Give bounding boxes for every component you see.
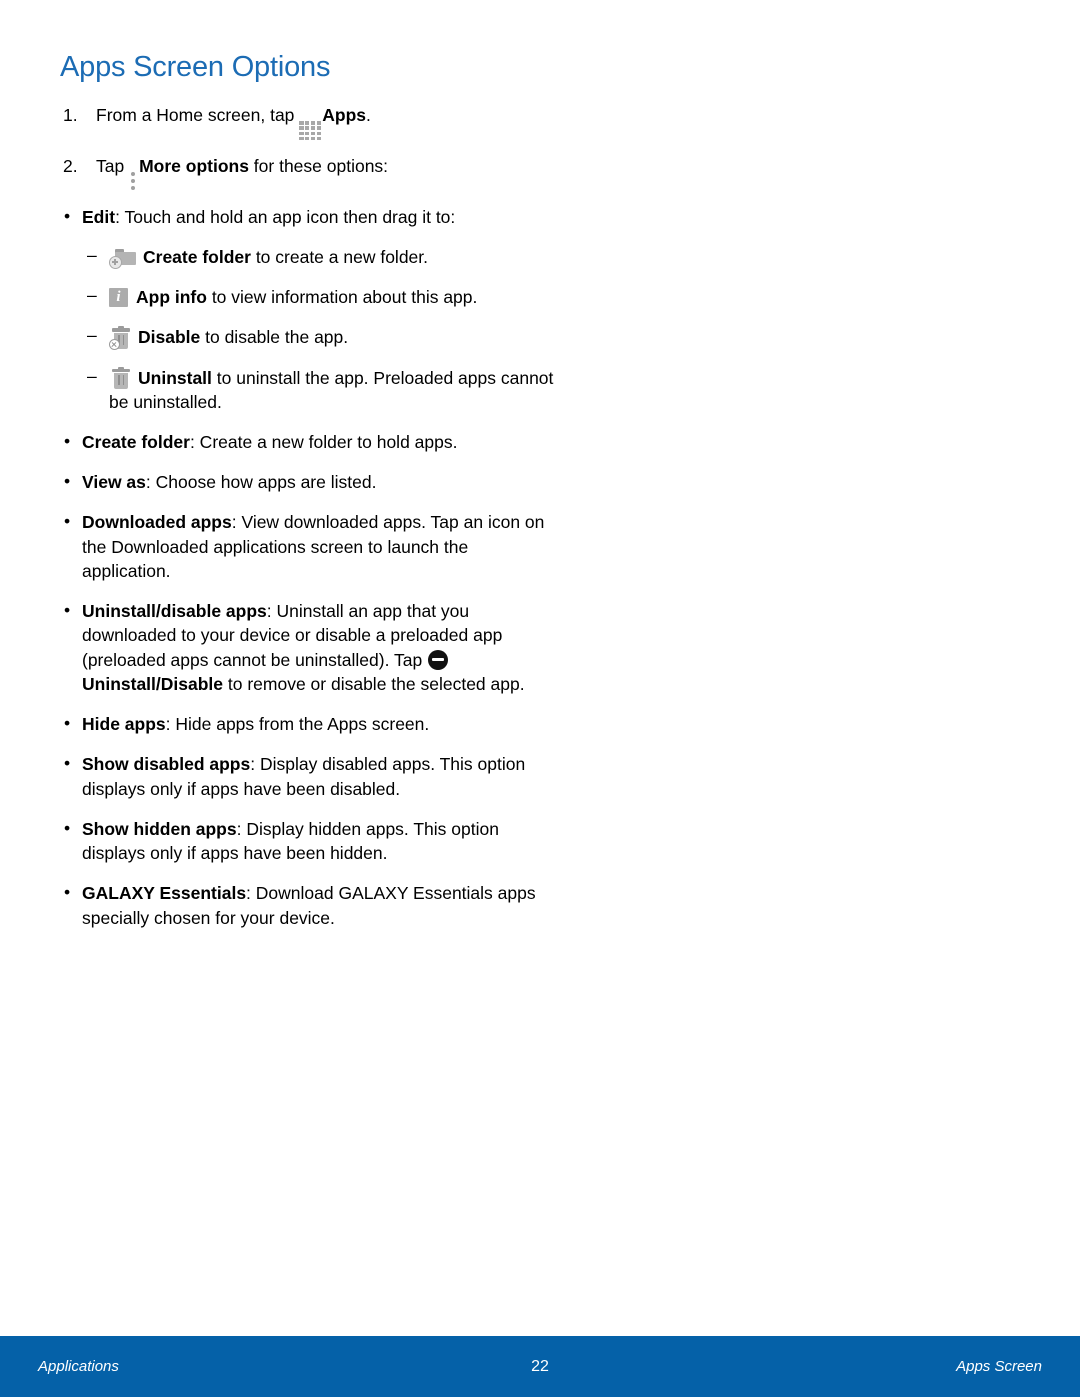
options-bullet-list: • Edit: Touch and hold an app icon then …	[60, 205, 1020, 930]
bullet-description-secondary: to remove or disable the selected app.	[223, 673, 525, 694]
bullet-item-show-hidden-apps: • Show hidden apps: Display hidden apps.…	[60, 817, 560, 865]
step-number: 1.	[63, 104, 78, 125]
bullet-marker: •	[64, 713, 71, 734]
bullet-text: Downloaded apps: View downloaded apps. T…	[82, 510, 560, 583]
subbullet-item-create-folder: – Create folder to create a new folder.	[60, 245, 560, 269]
bullet-marker: •	[64, 205, 71, 226]
subbullet-marker: –	[87, 365, 97, 386]
bullet-description: : Hide apps from the Apps screen.	[165, 714, 430, 735]
step-text-post: for these options:	[248, 156, 389, 177]
page-footer: Applications 22 Apps Screen	[0, 1336, 1080, 1397]
uninstall-trash-icon	[109, 366, 133, 390]
footer-topic-label: Apps Screen	[956, 1358, 1042, 1375]
step-text-bold: Apps	[322, 104, 367, 125]
bullet-label: Downloaded apps	[82, 512, 232, 533]
subbullet-text: Create folder to create a new folder.	[109, 245, 428, 269]
create-folder-icon	[109, 248, 137, 269]
footer-page-number: 22	[531, 1357, 549, 1375]
subbullet-label: App info	[136, 287, 207, 308]
bullet-marker: •	[64, 471, 71, 492]
step-text: Tap More options for these options:	[96, 154, 566, 191]
subbullet-label: Uninstall	[138, 367, 212, 388]
numbered-steps-list: 1. From a Home screen, tap Apps. 2. Tap …	[60, 103, 1020, 191]
subbullet-text: Uninstall to uninstall the app. Preloade…	[109, 366, 560, 414]
more-options-icon	[129, 171, 137, 191]
subbullet-marker: –	[87, 325, 97, 346]
bullet-item-galaxy-essentials: • GALAXY Essentials: Download GALAXY Ess…	[60, 881, 560, 929]
bullet-description: : Create a new folder to hold apps.	[189, 432, 458, 452]
minus-circle-icon	[428, 649, 449, 670]
bullet-description: : Choose how apps are listed.	[145, 472, 377, 493]
subbullet-item-disable: – Disable to disable the app.	[60, 325, 560, 351]
bullet-text: Edit: Touch and hold an app icon then dr…	[82, 205, 560, 229]
bullet-label: Hide apps	[82, 714, 166, 735]
app-info-icon	[109, 287, 128, 308]
bullet-item-show-disabled-apps: • Show disabled apps: Display disabled a…	[60, 752, 560, 800]
bullet-marker: •	[64, 882, 71, 903]
bullet-label: Uninstall/disable apps	[82, 601, 267, 622]
bullet-marker: •	[64, 753, 71, 774]
subbullet-item-uninstall: – Uninstall to uninstall the app. Preloa…	[60, 366, 560, 414]
bullet-marker: •	[64, 600, 71, 621]
bullet-marker: •	[64, 431, 71, 451]
subbullet-description: to create a new folder.	[250, 246, 429, 267]
page-content: Apps Screen Options 1. From a Home scree…	[0, 0, 1080, 946]
bullet-label: View as	[82, 472, 146, 493]
step-text-bold: More options	[139, 156, 249, 177]
subbullet-label: Create folder	[143, 246, 251, 267]
step-number: 2.	[63, 156, 78, 177]
page-title: Apps Screen Options	[60, 51, 331, 83]
bullet-label: Show disabled apps	[82, 754, 251, 775]
subbullet-marker: –	[87, 244, 97, 265]
edit-subbullet-list: – Create folder to create a new folder. …	[60, 245, 1020, 414]
bullet-text: Hide apps: Hide apps from the Apps scree…	[82, 712, 560, 736]
bullet-marker: •	[64, 817, 71, 838]
step-item: 1. From a Home screen, tap Apps.	[60, 103, 1020, 141]
bullet-text: Uninstall/disable apps: Uninstall an app…	[82, 599, 560, 696]
subbullet-text: Disable to disable the app.	[109, 325, 349, 351]
step-text-pre: Tap	[96, 156, 130, 177]
bullet-text: Create folder: Create a new folder to ho…	[82, 430, 560, 454]
bullet-label: Edit	[82, 206, 116, 227]
document-page: Apps Screen Options 1. From a Home scree…	[0, 0, 1080, 1397]
bullet-item-view-as: • View as: Choose how apps are listed.	[60, 470, 560, 494]
subbullet-marker: –	[87, 285, 97, 306]
bullet-item-edit: • Edit: Touch and hold an app icon then …	[60, 205, 560, 229]
subbullet-item-app-info: – App info to view information about thi…	[60, 285, 560, 309]
bullet-label: Show hidden apps	[82, 818, 237, 839]
bullet-label: GALAXY Essentials	[82, 883, 247, 904]
step-item: 2. Tap More options for these options:	[60, 154, 1020, 191]
bullet-item-hide-apps: • Hide apps: Hide apps from the Apps scr…	[60, 712, 560, 736]
bullet-item-create-folder: • Create folder: Create a new folder to …	[60, 430, 560, 454]
subbullet-text: App info to view information about this …	[109, 285, 477, 309]
step-text: From a Home screen, tap Apps.	[96, 103, 566, 141]
subbullet-label: Disable	[138, 327, 201, 348]
step-text-post: .	[366, 104, 371, 125]
apps-grid-icon	[299, 121, 322, 141]
disable-trash-icon	[109, 326, 133, 351]
bullet-label-secondary: Uninstall/Disable	[82, 673, 224, 694]
step-text-pre: From a Home screen, tap	[96, 104, 300, 125]
bullet-marker: •	[64, 511, 71, 532]
subbullet-description: to disable the app.	[200, 327, 349, 348]
bullet-item-downloaded-apps: • Downloaded apps: View downloaded apps.…	[60, 510, 560, 583]
bullet-description: : Touch and hold an app icon then drag i…	[115, 206, 456, 227]
subbullet-description: to view information about this app.	[206, 287, 478, 308]
bullet-item-uninstall-disable-apps: • Uninstall/disable apps: Uninstall an a…	[60, 599, 560, 696]
bullet-text: Show disabled apps: Display disabled app…	[82, 752, 560, 800]
bullet-text: Show hidden apps: Display hidden apps. T…	[82, 817, 560, 865]
bullet-label: Create folder	[82, 432, 190, 452]
bullet-text: GALAXY Essentials: Download GALAXY Essen…	[82, 881, 560, 929]
bullet-text: View as: Choose how apps are listed.	[82, 470, 560, 494]
